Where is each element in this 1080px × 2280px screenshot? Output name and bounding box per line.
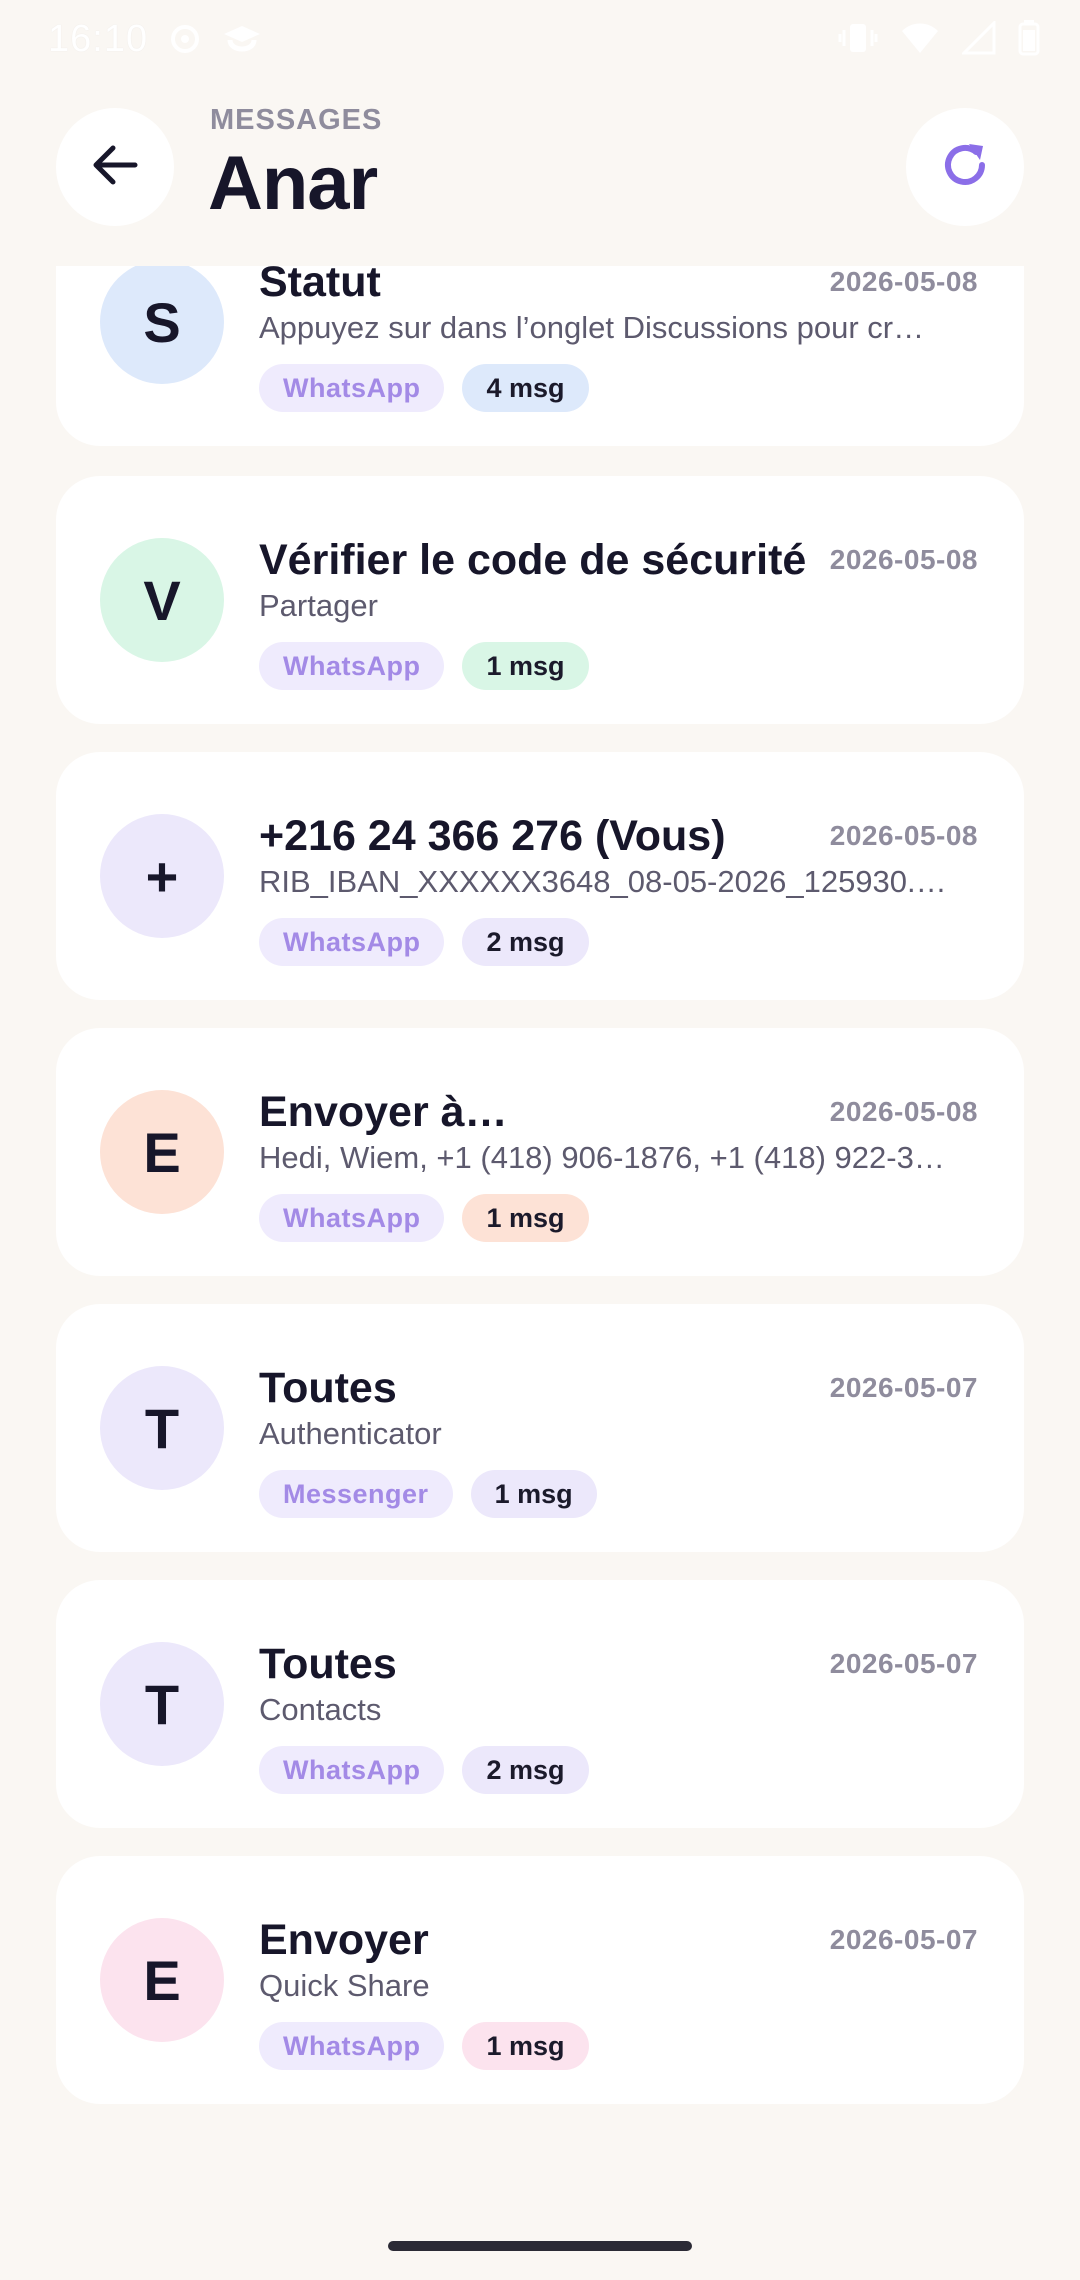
avatar: T xyxy=(100,1642,224,1766)
app-badge: WhatsApp xyxy=(259,364,445,412)
conversation-preview: Contacts xyxy=(259,1692,382,1727)
avatar: S xyxy=(100,266,224,384)
conversation-date: 2026-05-08 xyxy=(829,820,978,851)
avatar: E xyxy=(100,1090,224,1214)
conversation-preview: RIB_IBAN_XXXXXX3648_08-05-2026_125930.… xyxy=(259,864,947,899)
conversation-preview: Authenticator xyxy=(259,1416,442,1451)
conversation-title: Statut xyxy=(259,266,381,306)
conversation-date: 2026-05-08 xyxy=(829,1096,978,1127)
conversation-card[interactable]: E Envoyer 2026-05-07 Quick Share WhatsAp… xyxy=(56,1856,1024,2104)
app-badge: Messenger xyxy=(259,1470,453,1518)
conversation-card[interactable]: E Envoyer à… 2026-05-08 Hedi, Wiem, +1 (… xyxy=(56,1028,1024,1276)
signal-icon xyxy=(962,21,996,55)
conversation-title: Envoyer xyxy=(259,1916,429,1964)
arrow-left-icon xyxy=(89,139,141,196)
conversation-title: Vérifier le code de sécurité xyxy=(259,536,807,584)
status-time: 16:10 xyxy=(48,18,149,60)
conversation-card[interactable]: S Statut 2026-05-08 Appuyez sur dans l’o… xyxy=(56,266,1024,446)
conversation-date: 2026-05-08 xyxy=(829,544,978,575)
page-subtitle: MESSAGES xyxy=(210,104,383,136)
vibrate-icon xyxy=(838,20,878,56)
message-count-badge: 1 msg xyxy=(462,1194,589,1242)
conversation-date: 2026-05-07 xyxy=(829,1372,978,1403)
battery-icon xyxy=(1018,20,1040,56)
message-count-badge: 4 msg xyxy=(462,364,589,412)
alarm-icon xyxy=(168,22,202,58)
conversation-card[interactable]: T Toutes 2026-05-07 Contacts WhatsApp 2 … xyxy=(56,1580,1024,1828)
home-indicator[interactable] xyxy=(388,2241,692,2251)
conversation-card[interactable]: T Toutes 2026-05-07 Authenticator Messen… xyxy=(56,1304,1024,1552)
conversation-card[interactable]: V Vérifier le code de sécurité 2026-05-0… xyxy=(56,476,1024,724)
conversation-title: Toutes xyxy=(259,1364,397,1412)
conversation-date: 2026-05-07 xyxy=(829,1648,978,1679)
conversation-title: Envoyer à… xyxy=(259,1088,508,1136)
app-notification-icon xyxy=(220,22,264,58)
back-button[interactable] xyxy=(56,108,174,226)
conversation-date: 2026-05-08 xyxy=(829,266,978,297)
app-badge: WhatsApp xyxy=(259,642,445,690)
conversation-preview: Appuyez sur dans l’onglet Discussions po… xyxy=(259,310,925,345)
app-badge: WhatsApp xyxy=(259,1194,445,1242)
avatar: V xyxy=(100,538,224,662)
refresh-icon xyxy=(938,138,992,197)
avatar: + xyxy=(100,814,224,938)
app-badge: WhatsApp xyxy=(259,918,445,966)
conversation-preview: Hedi, Wiem, +1 (418) 906-1876, +1 (418) … xyxy=(259,1140,945,1175)
refresh-button[interactable] xyxy=(906,108,1024,226)
app-badge: WhatsApp xyxy=(259,2022,445,2070)
message-count-badge: 1 msg xyxy=(462,642,589,690)
conversation-preview: Partager xyxy=(259,588,378,623)
conversation-title: +216 24 366 276 (Vous) xyxy=(259,812,726,860)
app-badge: WhatsApp xyxy=(259,1746,445,1794)
message-count-badge: 2 msg xyxy=(462,918,589,966)
message-count-badge: 1 msg xyxy=(462,2022,589,2070)
status-bar: 16:10 xyxy=(0,0,1080,80)
conversation-list[interactable]: S Statut 2026-05-08 Appuyez sur dans l’o… xyxy=(0,266,1080,2196)
conversation-date: 2026-05-07 xyxy=(829,1924,978,1955)
conversation-card[interactable]: + +216 24 366 276 (Vous) 2026-05-08 RIB_… xyxy=(56,752,1024,1000)
wifi-icon xyxy=(900,21,940,55)
avatar: T xyxy=(100,1366,224,1490)
message-count-badge: 1 msg xyxy=(470,1470,597,1518)
page-title: Anar xyxy=(208,141,378,226)
message-count-badge: 2 msg xyxy=(462,1746,589,1794)
conversation-title: Toutes xyxy=(259,1640,397,1688)
avatar: E xyxy=(100,1918,224,2042)
status-left-icons xyxy=(168,22,264,58)
conversation-preview: Quick Share xyxy=(259,1968,430,2003)
status-right-icons xyxy=(838,20,1040,56)
